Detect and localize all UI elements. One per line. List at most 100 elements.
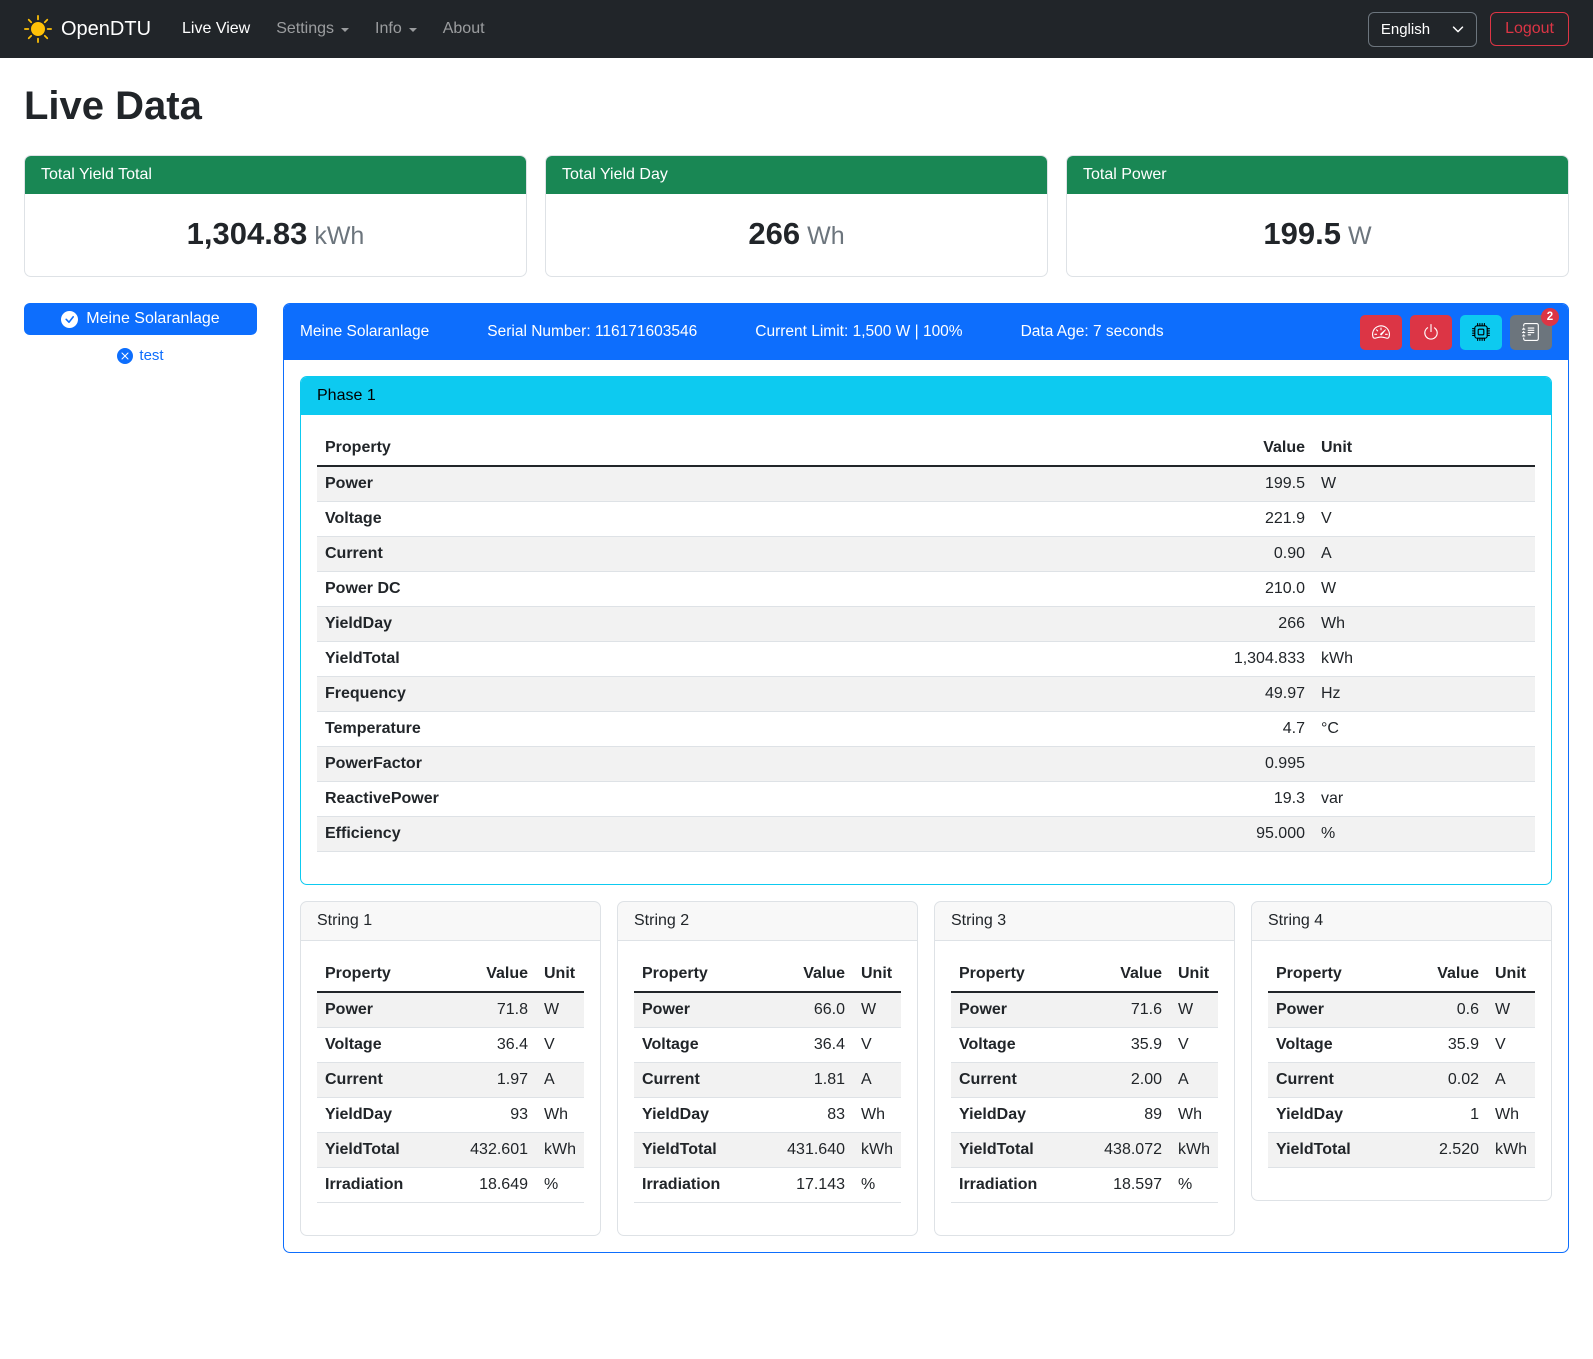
property-cell: YieldTotal	[317, 642, 913, 677]
table-row: YieldDay1Wh	[1268, 1098, 1535, 1133]
property-cell: Current	[634, 1063, 757, 1098]
table-row: Power66.0W	[634, 992, 901, 1028]
unit-cell: W	[1313, 572, 1535, 607]
string-title: String 2	[618, 902, 917, 941]
value-cell: 35.9	[1074, 1028, 1170, 1063]
property-cell: YieldDay	[1268, 1098, 1402, 1133]
nav-item-about[interactable]: About	[430, 12, 498, 46]
unit-cell: A	[853, 1063, 901, 1098]
summary-card-total-yield-total: Total Yield Total 1,304.83kWh	[24, 155, 527, 277]
summary-unit: Wh	[807, 222, 845, 250]
inverter-select-button-test[interactable]: test	[109, 344, 171, 367]
device-info-button[interactable]	[1460, 315, 1502, 350]
unit-cell: Wh	[853, 1098, 901, 1133]
nav-item-live-view[interactable]: Live View	[169, 12, 263, 46]
table-row: Power71.6W	[951, 992, 1218, 1028]
unit-cell: V	[1313, 502, 1535, 537]
property-cell: Temperature	[317, 712, 913, 747]
property-cell: Irradiation	[634, 1168, 757, 1203]
property-cell: Power DC	[317, 572, 913, 607]
table-header-row: Property Value Unit	[317, 957, 584, 992]
phase-table: Property Value Unit Power199.5W Voltage2…	[317, 431, 1535, 852]
inverter-name: Meine Solaranlage	[300, 323, 429, 341]
unit-cell: °C	[1313, 712, 1535, 747]
column-header-property: Property	[634, 957, 757, 992]
value-cell: 71.8	[440, 992, 536, 1028]
property-cell: YieldTotal	[317, 1133, 440, 1168]
unit-cell: V	[1487, 1028, 1535, 1063]
value-cell: 199.5	[913, 466, 1313, 502]
value-cell: 266	[913, 607, 1313, 642]
property-cell: YieldDay	[317, 607, 913, 642]
summary-card-title: Total Power	[1067, 156, 1568, 194]
inverter-select-label: Meine Solaranlage	[86, 310, 219, 328]
value-cell: 0.90	[913, 537, 1313, 572]
value-cell: 438.072	[1074, 1133, 1170, 1168]
unit-cell: A	[1170, 1063, 1218, 1098]
property-cell: Power	[634, 992, 757, 1028]
table-row: YieldDay89Wh	[951, 1098, 1218, 1133]
column-header-value: Value	[1402, 957, 1487, 992]
table-row: Voltage35.9V	[951, 1028, 1218, 1063]
event-log-button[interactable]: 2	[1510, 315, 1552, 350]
unit-cell: A	[536, 1063, 584, 1098]
table-row: YieldTotal2.520kWh	[1268, 1133, 1535, 1168]
cpu-icon	[1472, 323, 1490, 341]
unit-cell: kWh	[1487, 1133, 1535, 1168]
string-table: Property Value Unit Power66.0W Voltage36…	[634, 957, 901, 1203]
table-row: Power0.6W	[1268, 992, 1535, 1028]
value-cell: 0.995	[913, 747, 1313, 782]
phase-card: Phase 1 Property Value Unit	[300, 376, 1552, 885]
property-cell: PowerFactor	[317, 747, 913, 782]
column-header-unit: Unit	[1487, 957, 1535, 992]
column-header-unit: Unit	[853, 957, 901, 992]
brand[interactable]: OpenDTU	[24, 15, 151, 43]
string-card-2: String 2 Property Value Unit	[617, 901, 918, 1236]
language-select[interactable]: English	[1368, 12, 1477, 47]
value-cell: 36.4	[757, 1028, 853, 1063]
property-cell: YieldDay	[317, 1098, 440, 1133]
table-row: Temperature4.7°C	[317, 712, 1535, 747]
column-header-value: Value	[913, 431, 1313, 466]
table-row: Current2.00A	[951, 1063, 1218, 1098]
table-row: PowerFactor0.995	[317, 747, 1535, 782]
string-table: Property Value Unit Power71.8W Voltage36…	[317, 957, 584, 1203]
property-cell: YieldTotal	[634, 1133, 757, 1168]
property-cell: Current	[317, 1063, 440, 1098]
string-title: String 4	[1252, 902, 1551, 941]
nav-item-settings[interactable]: Settings	[263, 12, 362, 46]
unit-cell: Wh	[1487, 1098, 1535, 1133]
unit-cell: A	[1487, 1063, 1535, 1098]
table-header-row: Property Value Unit	[951, 957, 1218, 992]
unit-cell: W	[536, 992, 584, 1028]
nav-item-info[interactable]: Info	[362, 12, 430, 46]
inverter-actions: 2	[1360, 315, 1552, 350]
value-cell: 4.7	[913, 712, 1313, 747]
table-row: YieldDay93Wh	[317, 1098, 584, 1133]
value-cell: 18.597	[1074, 1168, 1170, 1203]
event-count-badge: 2	[1541, 308, 1559, 326]
table-row: Voltage36.4V	[317, 1028, 584, 1063]
unit-cell: V	[1170, 1028, 1218, 1063]
table-row: Irradiation18.597%	[951, 1168, 1218, 1203]
string-card-1: String 1 Property Value Unit	[300, 901, 601, 1236]
table-row: Current0.02A	[1268, 1063, 1535, 1098]
value-cell: 36.4	[440, 1028, 536, 1063]
inverter-select-button-meine-solaranlage[interactable]: Meine Solaranlage	[24, 303, 257, 335]
property-cell: ReactivePower	[317, 782, 913, 817]
table-header-row: Property Value Unit	[317, 431, 1535, 466]
power-settings-button[interactable]	[1410, 315, 1452, 350]
property-cell: Voltage	[317, 1028, 440, 1063]
table-row: Power199.5W	[317, 466, 1535, 502]
table-row: YieldTotal438.072kWh	[951, 1133, 1218, 1168]
x-circle-icon	[117, 348, 133, 364]
logout-button[interactable]: Logout	[1490, 12, 1569, 46]
summary-card-title: Total Yield Day	[546, 156, 1047, 194]
property-cell: Current	[1268, 1063, 1402, 1098]
string-card-3: String 3 Property Value Unit	[934, 901, 1235, 1236]
limit-settings-button[interactable]	[1360, 315, 1402, 350]
value-cell: 17.143	[757, 1168, 853, 1203]
unit-cell	[1313, 747, 1535, 782]
unit-cell: kWh	[853, 1133, 901, 1168]
string-title: String 1	[301, 902, 600, 941]
